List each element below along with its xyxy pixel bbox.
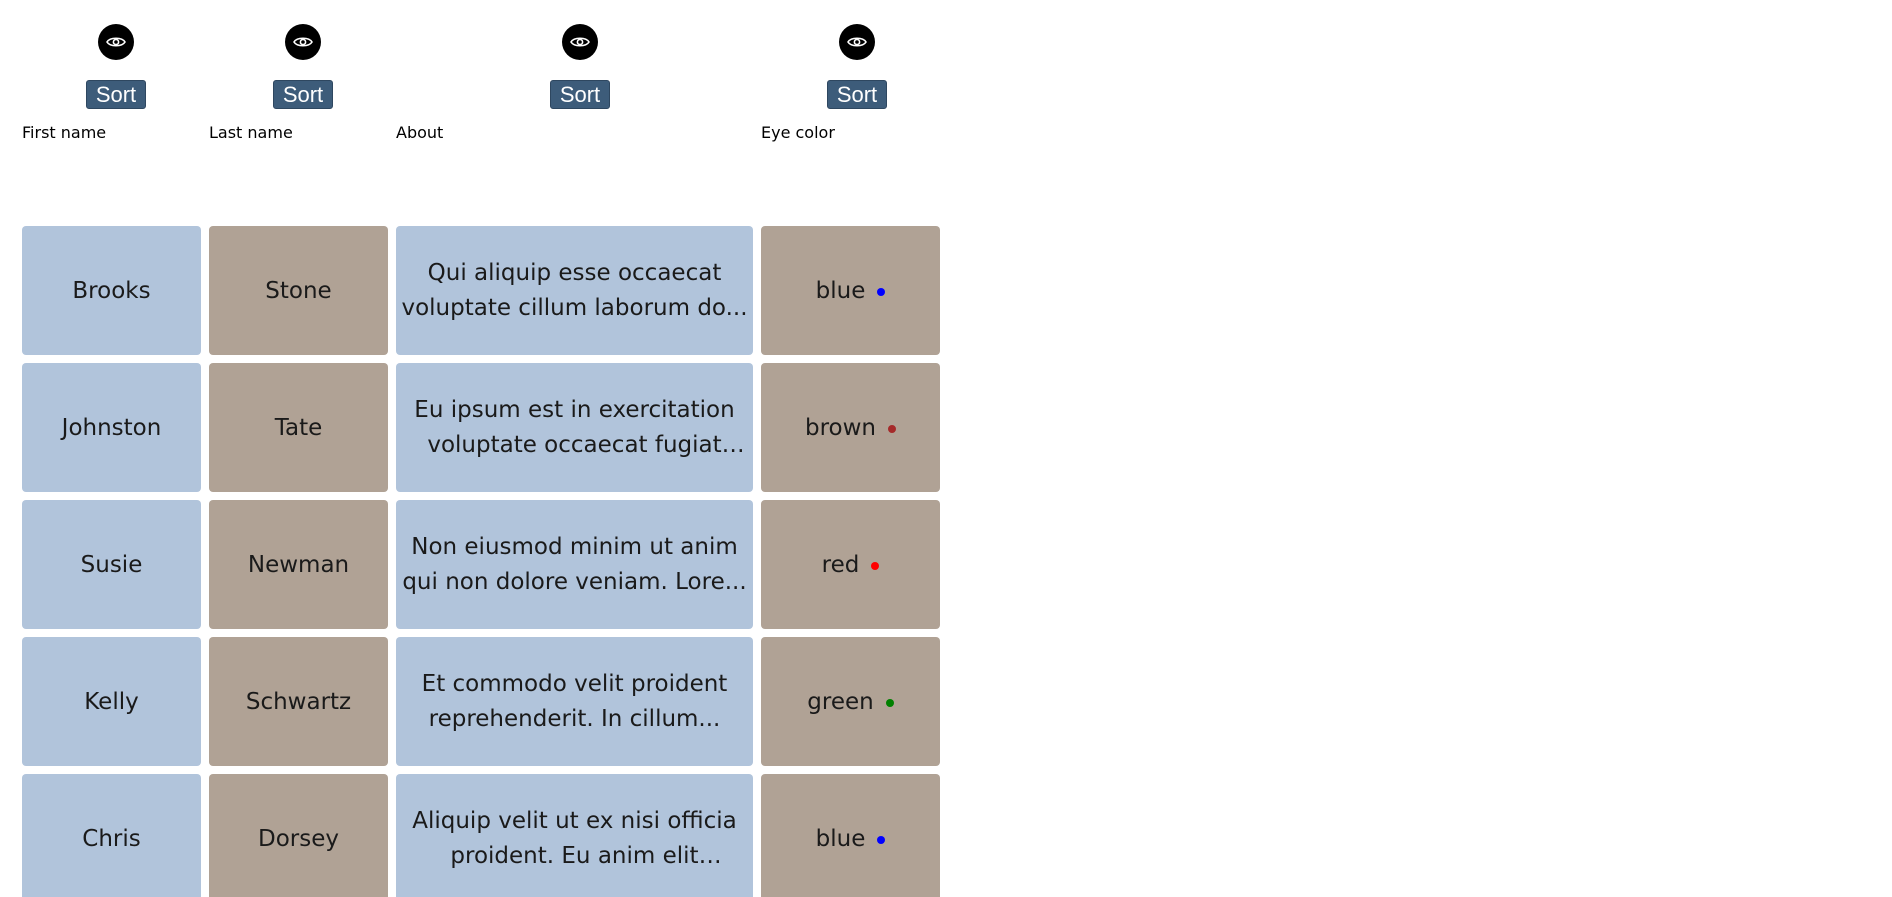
eye-icon[interactable] [839, 24, 875, 60]
eye-color-text: blue [815, 277, 866, 304]
eye-color-dot [871, 561, 880, 570]
table-app: Sort Sort Sort Sort First name Last name… [0, 0, 1892, 897]
column-controls-first-name: Sort [76, 0, 156, 109]
cell-first-name: Johnston [22, 363, 201, 492]
eye-icon[interactable] [562, 24, 598, 60]
cell-last-name: Tate [209, 363, 388, 492]
cell-first-name: Kelly [22, 637, 201, 766]
cell-eye-color: green [761, 637, 940, 766]
cell-about: Qui aliquip esse occaecat voluptate cill… [396, 226, 753, 355]
sort-button-eye-color[interactable]: Sort [826, 80, 888, 109]
cell-last-name: Schwartz [209, 637, 388, 766]
about-text: Qui aliquip esse occaecat voluptate cill… [401, 259, 748, 321]
column-header-last-name: Last name [209, 123, 293, 142]
eye-color-text: green [807, 688, 874, 715]
cell-last-name: Stone [209, 226, 388, 355]
about-text: Aliquip velit ut ex nisi officia proiden… [412, 807, 737, 869]
cell-first-name: Susie [22, 500, 201, 629]
eye-color-text: red [821, 551, 860, 578]
eye-color-dot [885, 698, 894, 707]
cell-eye-color: brown [761, 363, 940, 492]
sort-button-last-name[interactable]: Sort [272, 80, 334, 109]
table-body: Brooks Stone Qui aliquip esse occaecat v… [22, 226, 940, 897]
eye-color-dot [888, 424, 896, 433]
cell-eye-color: blue [761, 774, 940, 897]
about-text: Et commodo velit proident reprehenderit.… [421, 670, 728, 732]
cell-first-name: Brooks [22, 226, 201, 355]
eye-icon[interactable] [98, 24, 134, 60]
column-controls-last-name: Sort [263, 0, 343, 109]
eye-icon[interactable] [285, 24, 321, 60]
cell-last-name: Dorsey [209, 774, 388, 897]
about-text: Non eiusmod minim ut anim qui non dolore… [402, 533, 747, 595]
eye-color-text: blue [815, 825, 866, 852]
cell-about: Non eiusmod minim ut anim qui non dolore… [396, 500, 753, 629]
eye-color-dot [877, 835, 886, 844]
column-header-about: About [396, 123, 444, 142]
cell-about: Aliquip velit ut ex nisi officia proiden… [396, 774, 753, 897]
cell-eye-color: blue [761, 226, 940, 355]
table-header: First name Last name About Eye color [22, 123, 940, 142]
column-controls-about: Sort [540, 0, 620, 109]
sort-button-first-name[interactable]: Sort [85, 80, 147, 109]
cell-about: Eu ipsum est in exercitation voluptate o… [396, 363, 753, 492]
cell-about: Et commodo velit proident reprehenderit.… [396, 637, 753, 766]
eye-color-text: brown [804, 414, 876, 441]
about-text: Eu ipsum est in exercitation voluptate o… [414, 396, 735, 458]
column-header-eye-color: Eye color [761, 123, 835, 142]
cell-eye-color: red [761, 500, 940, 629]
sort-button-about[interactable]: Sort [549, 80, 611, 109]
cell-last-name: Newman [209, 500, 388, 629]
cell-first-name: Chris [22, 774, 201, 897]
eye-color-dot [877, 287, 886, 296]
column-header-first-name: First name [22, 123, 107, 142]
column-controls-eye-color: Sort [817, 0, 897, 109]
